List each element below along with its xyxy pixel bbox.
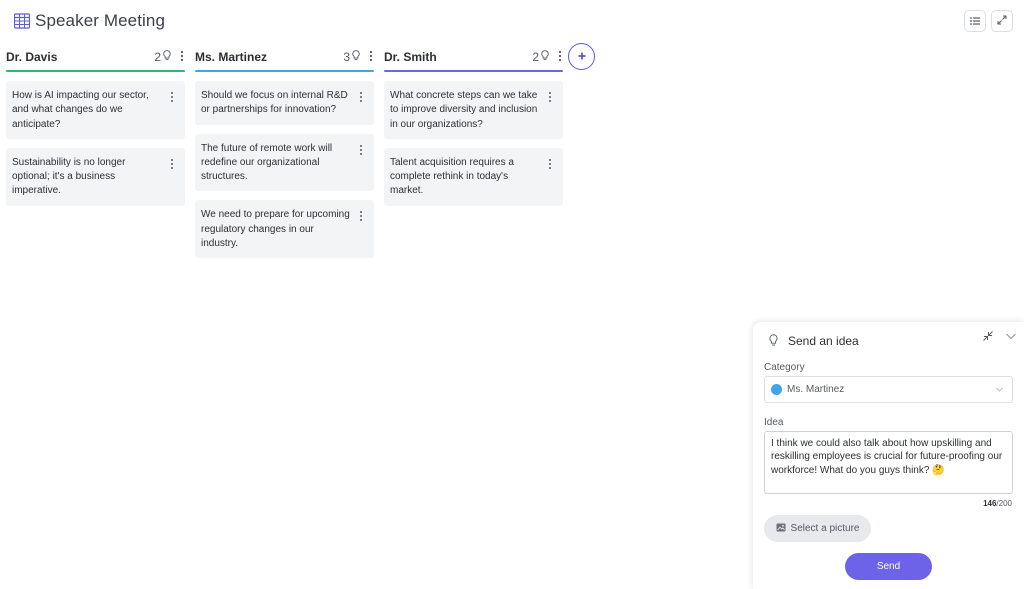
chevron-down-icon[interactable] xyxy=(1005,329,1017,347)
column-color-bar xyxy=(6,70,185,72)
column-meta: 2 xyxy=(154,50,184,65)
panel-title: Send an idea xyxy=(788,334,859,348)
idea-card[interactable]: Sustainability is no longer optional; it… xyxy=(6,147,185,206)
page-title: Speaker Meeting xyxy=(35,11,166,30)
card-menu-icon[interactable] xyxy=(170,91,174,103)
column-color-bar xyxy=(384,70,563,72)
column-menu-icon[interactable] xyxy=(558,50,562,65)
char-max: /200 xyxy=(996,499,1012,508)
plus-icon xyxy=(577,48,587,66)
card-text: How is AI impacting our sector, and what… xyxy=(12,90,149,130)
lightbulb-icon xyxy=(541,50,549,64)
idea-card[interactable]: Talent acquisition requires a complete r… xyxy=(384,147,563,206)
card-menu-icon[interactable] xyxy=(359,91,363,103)
column-dr-davis: Dr. Davis 2 How is AI impacting our sect… xyxy=(6,44,185,215)
card-text: Sustainability is no longer optional; it… xyxy=(12,156,126,197)
expand-icon xyxy=(997,12,1007,30)
category-label: Category xyxy=(764,362,805,373)
page-header: Speaker Meeting xyxy=(0,0,1024,42)
column-name: Dr. Davis xyxy=(6,50,58,64)
fullscreen-button[interactable] xyxy=(991,10,1013,32)
image-icon xyxy=(776,523,786,535)
idea-count: 2 xyxy=(532,50,539,64)
card-menu-icon[interactable] xyxy=(359,144,363,156)
char-count: 146 xyxy=(983,499,997,508)
card-menu-icon[interactable] xyxy=(170,158,174,170)
category-select[interactable]: Ms. Martinez xyxy=(764,376,1013,403)
select-picture-label: Select a picture xyxy=(790,523,860,534)
idea-card[interactable]: What concrete steps can we take to impro… xyxy=(384,81,563,139)
category-value: Ms. Martinez xyxy=(787,384,845,395)
card-menu-icon[interactable] xyxy=(548,91,552,103)
column-color-bar xyxy=(195,70,374,72)
send-idea-panel: Send an idea Category Ms. Martinez Idea … xyxy=(753,322,1024,589)
idea-card[interactable]: Should we focus on internal R&D or partn… xyxy=(195,81,374,125)
list-view-button[interactable] xyxy=(964,10,986,32)
collapse-icon[interactable] xyxy=(982,329,994,347)
lightbulb-icon xyxy=(769,334,778,352)
card-text: What concrete steps can we take to impro… xyxy=(390,90,538,130)
column-header: Ms. Martinez 3 xyxy=(195,44,374,70)
card-menu-icon[interactable] xyxy=(548,158,552,170)
lightbulb-icon xyxy=(163,50,171,64)
send-button[interactable]: Send xyxy=(845,553,932,580)
idea-count: 3 xyxy=(343,50,350,64)
column-name: Ms. Martinez xyxy=(195,50,268,64)
add-column-button[interactable] xyxy=(568,43,595,70)
column-menu-icon[interactable] xyxy=(180,50,184,65)
column-meta: 3 xyxy=(343,50,373,65)
idea-label: Idea xyxy=(764,417,784,428)
column-name: Dr. Smith xyxy=(384,50,437,64)
idea-card[interactable]: The future of remote work will redefine … xyxy=(195,133,374,192)
title-wrap: Speaker Meeting xyxy=(13,11,166,31)
card-text: We need to prepare for upcoming regulato… xyxy=(201,209,350,250)
card-text: The future of remote work will redefine … xyxy=(201,142,333,183)
lightbulb-icon xyxy=(352,50,360,64)
board-icon xyxy=(13,13,31,29)
idea-textarea[interactable]: I think we could also talk about how ups… xyxy=(764,431,1013,494)
list-icon xyxy=(970,12,980,30)
char-counter: 146/200 xyxy=(983,499,1012,508)
column-header: Dr. Davis 2 xyxy=(6,44,185,70)
card-text: Should we focus on internal R&D or partn… xyxy=(201,90,348,116)
idea-count: 2 xyxy=(154,50,161,64)
card-menu-icon[interactable] xyxy=(359,210,363,222)
card-text: Talent acquisition requires a complete r… xyxy=(390,156,514,197)
chevron-down-icon xyxy=(995,385,1004,397)
category-color-dot xyxy=(771,384,782,395)
column-meta: 2 xyxy=(532,50,562,65)
select-picture-button[interactable]: Select a picture xyxy=(764,515,871,542)
idea-card[interactable]: How is AI impacting our sector, and what… xyxy=(6,81,185,139)
column-dr-smith: Dr. Smith 2 What concrete steps can we t… xyxy=(384,44,563,215)
column-header: Dr. Smith 2 xyxy=(384,44,563,70)
column-menu-icon[interactable] xyxy=(369,50,373,65)
idea-card[interactable]: We need to prepare for upcoming regulato… xyxy=(195,200,374,259)
column-ms-martinez: Ms. Martinez 3 Should we focus on intern… xyxy=(195,44,374,267)
